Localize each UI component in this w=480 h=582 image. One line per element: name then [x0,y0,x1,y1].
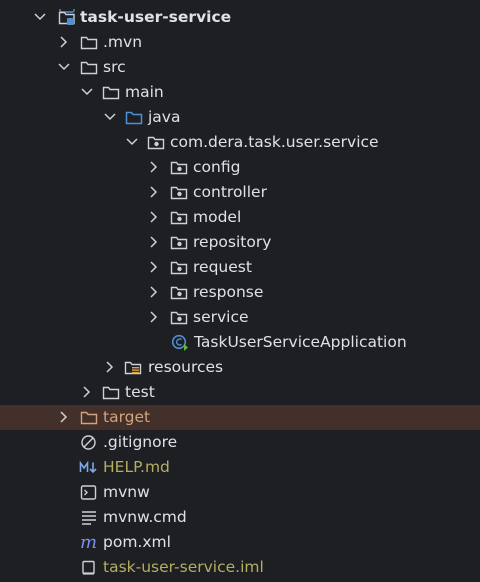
tree-item-label: service [193,308,249,326]
tree-row-package-repository[interactable]: repository [0,230,480,255]
markdown-icon [79,459,97,476]
tree-item-label: request [193,258,252,276]
tree-item-label: task-user-service [80,8,232,26]
tree-row-package-controller[interactable]: controller [0,180,480,205]
tree-row-package-service[interactable]: service [0,305,480,330]
maven-icon: m [79,534,97,551]
chevron-down-icon[interactable] [57,60,71,74]
tree-item-label: .mvn [103,33,143,51]
package-icon [170,159,188,176]
tree-item-label: TaskUserServiceApplication [194,333,407,351]
text-file-icon [80,509,98,526]
folder-icon [80,34,98,51]
package-icon [170,259,188,276]
chevron-right-icon[interactable] [147,160,161,174]
chevron-down-icon[interactable] [80,85,94,99]
chevron-right-icon[interactable] [147,235,161,249]
tree-row-main[interactable]: main [0,80,480,105]
chevron-right-icon[interactable] [147,310,161,324]
resources-folder-icon [124,359,142,376]
tree-row-package-config[interactable]: config [0,155,480,180]
tree-row-mvnw[interactable]: mvnw [0,480,480,505]
shell-script-icon [80,484,98,501]
tree-item-label: repository [193,233,272,251]
tree-item-label: config [193,158,241,176]
tree-row-iml[interactable]: task-user-service.iml [0,555,480,580]
tree-item-label: controller [193,183,267,201]
tree-row-mvnw-cmd[interactable]: mvnw.cmd [0,505,480,530]
tree-item-label: task-user-service.iml [103,558,264,576]
chevron-right-icon[interactable] [80,385,94,399]
package-icon [170,284,188,301]
chevron-right-icon[interactable] [147,285,161,299]
tree-item-label: response [193,283,264,301]
chevron-right-icon[interactable] [103,360,117,374]
excluded-folder-icon [80,409,98,426]
chevron-right-icon[interactable] [147,185,161,199]
tree-item-label: model [193,208,242,226]
tree-row-package-response[interactable]: response [0,280,480,305]
tree-row-package[interactable]: com.dera.task.user.service [0,130,480,155]
tree-item-label: mvnw.cmd [103,508,187,526]
tree-item-label: test [125,383,155,401]
tree-row-pom-xml[interactable]: m pom.xml [0,530,480,555]
chevron-right-icon[interactable] [147,260,161,274]
folder-icon [102,84,120,101]
folder-icon [80,59,98,76]
chevron-right-icon[interactable] [57,410,71,424]
package-icon [170,234,188,251]
folder-icon [102,384,120,401]
tree-row-package-model[interactable]: model [0,205,480,230]
chevron-right-icon[interactable] [57,35,71,49]
package-icon [170,309,188,326]
package-icon [147,134,165,151]
tree-row-test[interactable]: test [0,380,480,405]
package-icon [170,184,188,201]
module-folder-icon [58,9,76,26]
tree-item-label: java [148,108,181,126]
tree-item-label: mvnw [103,483,150,501]
tree-row-src[interactable]: src [0,55,480,80]
chevron-right-icon[interactable] [147,210,161,224]
chevron-down-icon[interactable] [33,10,47,24]
tree-row-root[interactable]: task-user-service [0,5,480,30]
source-folder-icon [125,109,143,126]
tree-item-label: com.dera.task.user.service [170,133,379,151]
tree-item-label: main [125,83,164,101]
chevron-down-icon[interactable] [125,135,139,149]
ignore-file-icon [80,434,98,451]
tree-row-help-md[interactable]: HELP.md [0,455,480,480]
tree-item-label: .gitignore [103,433,178,451]
tree-item-label: HELP.md [103,458,170,476]
tree-row-java[interactable]: java [0,105,480,130]
spring-boot-class-icon [171,334,189,351]
tree-item-label: target [103,408,151,426]
tree-item-label: resources [148,358,224,376]
svg-text:m: m [80,534,97,551]
tree-row-app-class[interactable]: TaskUserServiceApplication [0,330,480,355]
iml-file-icon [80,559,98,576]
tree-item-label: src [103,58,126,76]
tree-row-gitignore[interactable]: .gitignore [0,430,480,455]
tree-item-label: pom.xml [103,533,171,551]
tree-row-package-request[interactable]: request [0,255,480,280]
tree-row-mvn[interactable]: .mvn [0,30,480,55]
tree-row-target[interactable]: target [0,405,480,430]
package-icon [170,209,188,226]
chevron-down-icon[interactable] [103,110,117,124]
tree-row-resources[interactable]: resources [0,355,480,380]
